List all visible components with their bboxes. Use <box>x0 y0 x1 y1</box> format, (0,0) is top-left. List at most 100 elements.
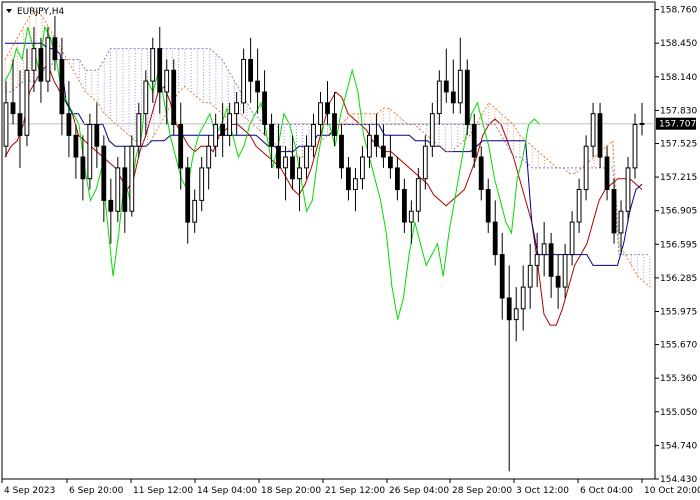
candle-body <box>492 221 498 256</box>
candle-body <box>45 37 51 82</box>
candle-body <box>450 91 456 104</box>
candle-body <box>66 113 72 136</box>
x-tick-label: 14 Sep 04:00 <box>197 486 257 496</box>
candle-body <box>136 113 142 147</box>
y-tick-label: 155.975 <box>660 308 697 318</box>
y-axis: 158.760 158.450 158.140 157.830 157.525 157.2… <box>655 6 697 485</box>
candle-body <box>10 102 16 115</box>
candle-body <box>17 113 23 136</box>
candle-body <box>178 124 184 169</box>
candle-body <box>227 113 232 136</box>
candle-body <box>520 286 526 310</box>
candle-body <box>101 145 107 201</box>
y-tick-label: 158.760 <box>660 6 697 16</box>
candle-body <box>143 80 149 115</box>
x-tick-label: 4 Sep 2023 <box>4 486 55 496</box>
y-tick-label: 157.215 <box>660 173 697 183</box>
candle-body <box>220 124 225 136</box>
candle-body <box>262 91 268 125</box>
candle-body <box>255 80 260 93</box>
x-tick-label: 21 Sep 12:00 <box>325 486 385 496</box>
y-tick-label: 155.050 <box>660 408 697 418</box>
candle-body <box>388 156 393 169</box>
candle-body <box>534 254 540 266</box>
candle-body <box>639 122 645 126</box>
y-tick-label: 155.670 <box>660 341 697 351</box>
y-tick-label: 154.430 <box>660 475 697 485</box>
candle-body <box>52 37 58 60</box>
candle-body <box>353 178 358 190</box>
candle-body <box>395 167 400 191</box>
candle-body <box>422 145 428 180</box>
candle-body <box>360 156 365 180</box>
candle-body <box>241 59 246 104</box>
y-tick-label: 156.595 <box>660 240 697 250</box>
x-tick-label: 28 Sep 20:00 <box>452 486 512 496</box>
candle-body <box>415 178 421 212</box>
candle-body <box>590 113 596 147</box>
y-tick-label: 156.285 <box>660 274 697 284</box>
candle-body <box>59 59 65 115</box>
x-axis: 4 Sep 2023 6 Sep 20:00 11 Sep 12:00 14 Sep … <box>1 479 700 496</box>
candle-body <box>234 102 239 115</box>
candle-body <box>73 134 79 158</box>
candle-body <box>171 69 177 126</box>
candle-body <box>150 48 156 82</box>
candle-body <box>527 264 533 288</box>
candle-body <box>464 69 470 126</box>
y-tick-label: 157.525 <box>660 140 697 150</box>
candle-body <box>408 210 414 223</box>
candle-body <box>562 254 568 288</box>
candle-body <box>457 69 463 104</box>
candle-body <box>485 189 491 223</box>
candle-body <box>618 210 624 234</box>
candle-body <box>339 134 344 169</box>
x-tick-label: 18 Sep 20:00 <box>261 486 321 496</box>
candle-body <box>325 102 330 115</box>
candle-body <box>129 145 135 212</box>
candle-body <box>541 243 547 256</box>
candle-body <box>199 167 205 201</box>
x-tick-label: 26 Sep 04:00 <box>389 486 449 496</box>
x-tick-label: 10 Oct 20:00 <box>644 486 700 496</box>
candle-body <box>157 48 163 93</box>
candle-body <box>597 113 603 158</box>
y-tick-label: 155.360 <box>660 374 697 384</box>
candle-body <box>3 102 9 147</box>
candle-body <box>436 80 442 115</box>
candle-body <box>548 243 554 277</box>
candle-body <box>213 124 218 147</box>
candle-body <box>443 80 449 93</box>
candle-body <box>346 167 351 191</box>
candle-body <box>269 124 275 147</box>
candle-body <box>276 145 281 169</box>
y-tick-label: 158.450 <box>660 39 697 49</box>
candle-body <box>192 199 198 223</box>
current-price-tag: 157.707 <box>656 117 696 130</box>
candle-body <box>478 156 484 190</box>
candle-body <box>367 134 372 158</box>
candle-body <box>625 167 631 212</box>
candle-body <box>108 199 114 212</box>
candle-body <box>402 189 407 223</box>
candle-body <box>604 156 610 190</box>
candle-body <box>332 113 337 136</box>
y-tick-label: 156.905 <box>660 207 697 217</box>
candle-body <box>583 145 589 191</box>
candle-body <box>304 145 309 169</box>
symbol-label: EURJPY,H4 <box>17 7 65 17</box>
x-tick-label: 3 Oct 12:00 <box>516 486 569 496</box>
x-tick-label: 6 Sep 20:00 <box>69 486 124 496</box>
candle-body <box>381 145 386 158</box>
candle-body <box>513 308 519 321</box>
candle-body <box>87 124 93 180</box>
candle-body <box>94 124 100 147</box>
candle-body <box>24 69 30 136</box>
candle-body <box>80 156 86 180</box>
candle-body <box>499 254 505 299</box>
x-tick-label: 6 Oct 04:00 <box>580 486 633 496</box>
candle-body <box>632 124 638 169</box>
y-tick-label: 158.140 <box>660 73 697 83</box>
candle-body <box>555 275 561 288</box>
candle-body <box>569 221 575 256</box>
